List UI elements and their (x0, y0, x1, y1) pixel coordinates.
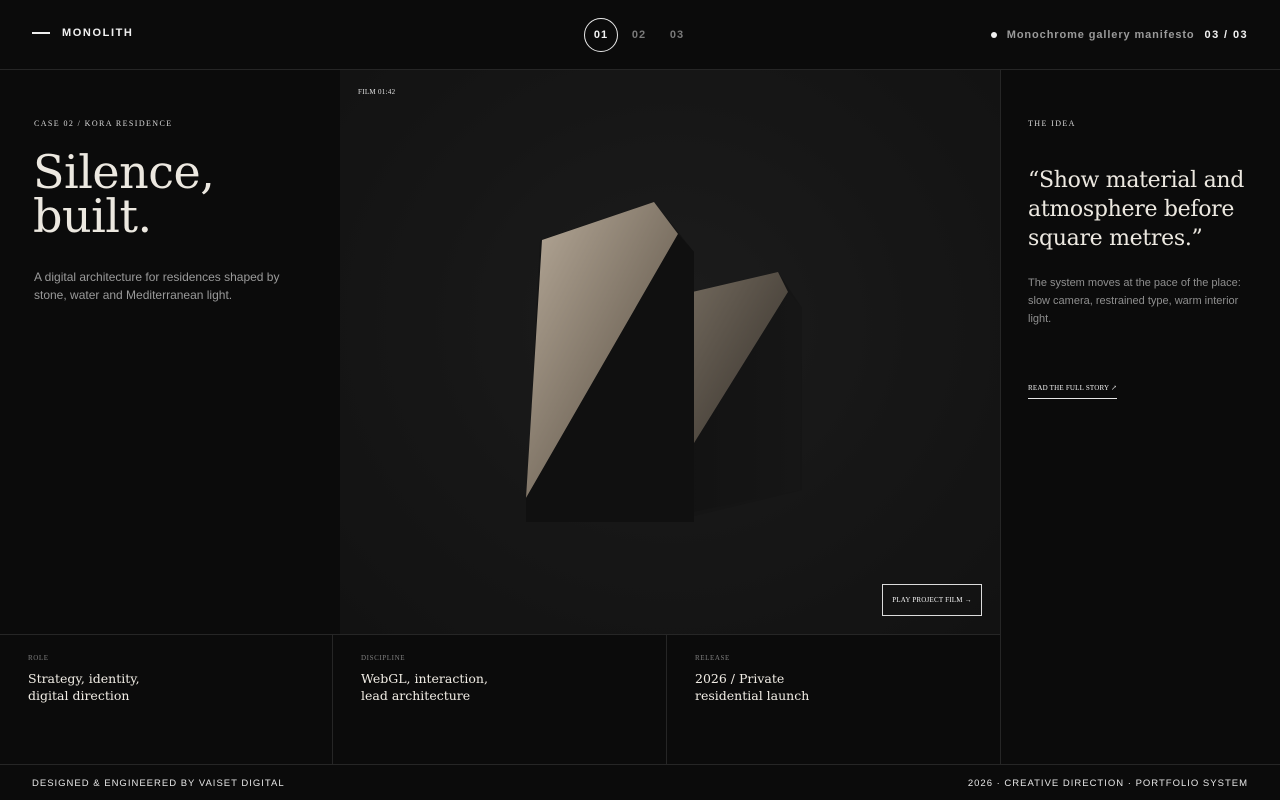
meta-label: RELEASE (695, 654, 730, 662)
meta-value: Strategy, identity, digital direction (28, 671, 140, 703)
meta-label: ROLE (28, 654, 49, 662)
meta-discipline: DISCIPLINE WebGL, interaction, lead arch… (333, 635, 667, 765)
footer-meta: 2026 · CREATIVE DIRECTION · PORTFOLIO SY… (967, 778, 1248, 789)
hero-title-line-2: built. (33, 189, 152, 243)
hero-description: A digital architecture for residences sh… (34, 270, 280, 302)
page-button-03[interactable]: 03 (660, 18, 694, 52)
idea-panel: THE IDEA “Show material and atmosphere b… (1000, 70, 1280, 764)
meta-release: RELEASE 2026 / Private residential launc… (667, 635, 1000, 765)
footer: DESIGNED & ENGINEERED BY VAISET DIGITAL … (0, 764, 1280, 800)
case-intro-panel: CASE 02 / KORA RESIDENCE Silence, built.… (0, 70, 340, 634)
brand[interactable]: MONOLITH (32, 27, 133, 39)
top-bar: MONOLITH 01 02 03 Monochrome gallery man… (0, 0, 1280, 70)
film-stage[interactable]: FILM 01:42 PLAY PROJECT FILM → (340, 70, 1000, 634)
page-button-01[interactable]: 01 (584, 18, 618, 52)
idea-quote: “Show material and atmosphere before squ… (1028, 168, 1245, 251)
dot-icon (990, 32, 997, 38)
idea-description: The system moves at the pace of the plac… (1028, 277, 1241, 325)
hero-title: Silence, built. (33, 145, 215, 243)
meta-value: 2026 / Private residential launch (695, 671, 810, 703)
status-indicator: Monochrome gallery manifesto 03 / 03 (990, 29, 1248, 41)
page-pager: 01 02 03 (584, 18, 694, 52)
brand-dash-icon (32, 32, 50, 34)
play-film-button[interactable]: PLAY PROJECT FILM → (882, 584, 982, 616)
meta-role: ROLE Strategy, identity, digital directi… (0, 635, 333, 765)
hero-title-line-1: Silence, (33, 145, 215, 199)
slide-counter: 03 / 03 (1204, 29, 1248, 41)
status-text: Monochrome gallery manifesto (1006, 29, 1195, 41)
read-full-story-link[interactable]: READ THE FULL STORY ↗ (1028, 384, 1118, 399)
brand-name: MONOLITH (62, 27, 134, 39)
meta-value: WebGL, interaction, lead architecture (361, 671, 488, 703)
page-button-02[interactable]: 02 (622, 18, 656, 52)
project-meta-row: ROLE Strategy, identity, digital directi… (0, 634, 1000, 765)
meta-label: DISCIPLINE (361, 654, 406, 662)
monolith-sculpture-image (526, 202, 802, 522)
film-duration-tag: FILM 01:42 (358, 88, 396, 96)
footer-credit: DESIGNED & ENGINEERED BY VAISET DIGITAL (32, 778, 285, 789)
case-eyebrow: CASE 02 / KORA RESIDENCE (34, 119, 173, 128)
idea-eyebrow: THE IDEA (1028, 119, 1076, 128)
